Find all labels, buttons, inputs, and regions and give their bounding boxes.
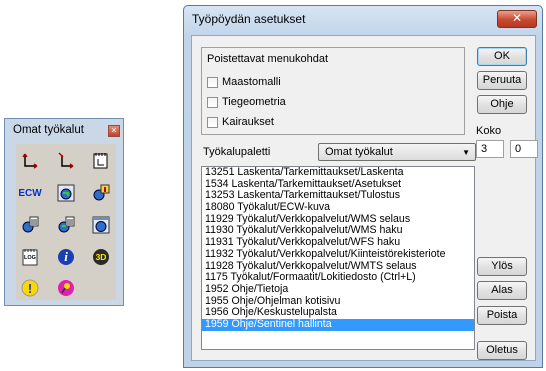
exclamation-icon[interactable]: !: [19, 277, 41, 299]
chevron-down-icon: ▼: [462, 148, 470, 157]
removable-menu-title: Poistettavat menukohdat: [207, 53, 329, 65]
toolbox-close-button[interactable]: ✕: [108, 125, 120, 137]
checkbox-tiegeometria-label: Tiegeometria: [222, 96, 286, 108]
palette-select-value: Omat työkalut: [325, 146, 393, 158]
wmts-icon[interactable]: [55, 214, 77, 236]
toolbox-title: Omat työkalut: [13, 124, 84, 136]
size-label: Koko: [476, 125, 502, 137]
ecw-icon[interactable]: ECW: [18, 182, 42, 204]
exclamation-icon-label: !: [27, 280, 33, 296]
move-down-button[interactable]: Alas: [477, 281, 527, 300]
globe-window-icon[interactable]: [90, 214, 112, 236]
dialog-title: Työpöydän asetukset: [192, 12, 306, 26]
palette-select[interactable]: Omat työkalut ▼: [318, 143, 476, 161]
defaults-button[interactable]: Oletus: [477, 341, 527, 360]
ok-button[interactable]: OK: [477, 47, 527, 66]
checkbox-maastomalli-row[interactable]: Maastomalli: [207, 76, 281, 88]
move-up-button[interactable]: Ylös: [477, 257, 527, 276]
list-item[interactable]: 1952 Ohje/Tietoja: [202, 283, 474, 296]
help-button[interactable]: Ohje: [477, 95, 527, 114]
palette-label: Työkalupaletti: [203, 146, 271, 158]
checkbox-kairaukset-row[interactable]: Kairaukset: [207, 116, 274, 128]
checkbox-maastomalli-label: Maastomalli: [222, 76, 281, 88]
checkbox-kairaukset-label: Kairaukset: [222, 116, 274, 128]
list-item[interactable]: 11932 Työkalut/Verkkopalvelut/Kiinteistö…: [202, 248, 474, 261]
settings-dialog: Työpöydän asetukset ✕ Poistettavat menuk…: [183, 5, 543, 368]
move-axis-icon[interactable]: [19, 150, 41, 172]
checkbox-kairaukset[interactable]: [207, 116, 218, 128]
list-item[interactable]: 1959 Ohje/Sentinel hallinta: [202, 318, 474, 331]
ecw-icon-label: ECW: [18, 187, 42, 199]
size-cols-input[interactable]: 3: [476, 140, 504, 158]
list-item[interactable]: 18080 Työkalut/ECW-kuva: [202, 201, 474, 214]
cancel-button[interactable]: Peruuta: [477, 71, 527, 90]
toolbox-grid: ECW LOG i 3D !: [16, 144, 116, 300]
3d-icon-label: 3D: [95, 252, 107, 262]
wms-download-icon[interactable]: [90, 182, 112, 204]
wms-globe-icon[interactable]: [55, 182, 77, 204]
wfs-icon[interactable]: [19, 214, 41, 236]
pin-icon[interactable]: [55, 277, 77, 299]
3d-icon[interactable]: 3D: [90, 246, 112, 268]
checkbox-tiegeometria-row[interactable]: Tiegeometria: [207, 96, 286, 108]
calendar-axis-icon[interactable]: [90, 150, 112, 172]
info-icon[interactable]: i: [55, 246, 77, 268]
dialog-close-button[interactable]: ✕: [497, 10, 537, 28]
checkbox-maastomalli[interactable]: [207, 76, 218, 88]
remove-button[interactable]: Poista: [477, 306, 527, 325]
checkbox-tiegeometria[interactable]: [207, 96, 218, 108]
log-icon-label: LOG: [24, 255, 36, 261]
move-axis-alt-icon[interactable]: [55, 150, 77, 172]
info-icon-label: i: [64, 249, 68, 264]
log-icon[interactable]: LOG: [19, 246, 41, 268]
dialog-client: Poistettavat menukohdat Maastomalli Tieg…: [191, 35, 538, 361]
removable-menu-group: Poistettavat menukohdat Maastomalli Tieg…: [201, 47, 465, 135]
size-rows-input[interactable]: 0: [510, 140, 538, 158]
toolbox-window: Omat työkalut ✕ ECW LOG i 3D !: [4, 118, 124, 306]
command-list[interactable]: 13251 Laskenta/Tarkemittaukset/Laskenta 1…: [201, 166, 475, 350]
list-item[interactable]: 13251 Laskenta/Tarkemittaukset/Laskenta: [202, 167, 474, 179]
